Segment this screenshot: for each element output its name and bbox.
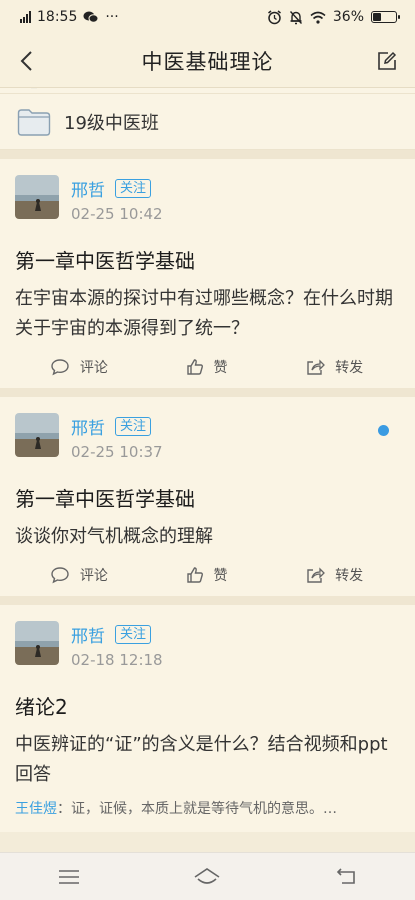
share-button[interactable]: 转发: [270, 565, 398, 585]
thumbs-up-icon: [186, 567, 203, 583]
like-button[interactable]: 赞: [143, 565, 271, 585]
system-nav-bar: [0, 852, 415, 900]
content-scroll[interactable]: 19级中医班 邢哲 关注 02-25 10:42 第一章中医哲学基础 在宇宙本源…: [0, 88, 415, 852]
post-card[interactable]: 邢哲 关注 02-25 10:37 第一章中医哲学基础 谈谈你对气机概念的理解 …: [0, 397, 415, 596]
post-body: 在宇宙本源的探讨中有过哪些概念？在什么时期关于宇宙的本源得到了统一？: [15, 288, 393, 339]
more-notifications: ···: [105, 9, 119, 25]
divider: [0, 150, 415, 159]
menu-icon: [59, 869, 80, 884]
author-name[interactable]: 邢哲: [71, 622, 105, 647]
share-icon: [307, 567, 326, 583]
avatar[interactable]: [15, 175, 59, 219]
post-time: 02-25 10:37: [71, 443, 163, 461]
reply-preview[interactable]: 王佳煜：证，证候，本质上就是等待气机的意思。…: [15, 798, 398, 832]
battery-percent: 36%: [332, 9, 364, 25]
menu-button[interactable]: [49, 862, 89, 892]
back-arrow-icon: [336, 867, 355, 884]
post-title: 绪论2: [15, 695, 68, 719]
follow-button[interactable]: 关注: [115, 179, 152, 198]
folder-icon: [30, 88, 38, 89]
edit-icon: [378, 51, 397, 70]
share-label: 转发: [335, 360, 364, 376]
reply-text: 证，证候，本质上就是等待气机的意思。…: [71, 801, 337, 817]
reply-separator: ：: [57, 801, 71, 817]
mute-icon: [289, 10, 302, 24]
post-title: 第一章中医哲学基础: [15, 249, 195, 273]
clock: 18:55: [37, 9, 78, 25]
follow-button[interactable]: 关注: [115, 417, 152, 436]
follow-button[interactable]: 关注: [115, 625, 152, 644]
divider: [0, 596, 415, 605]
comment-button[interactable]: 评论: [15, 357, 143, 377]
wifi-icon: [310, 11, 326, 24]
comment-button[interactable]: 评论: [15, 565, 143, 585]
reply-author[interactable]: 王佳煜: [15, 801, 57, 817]
like-label: 赞: [213, 360, 228, 376]
author-name[interactable]: 邢哲: [71, 176, 105, 201]
cellular-signal-icon: [20, 11, 31, 23]
post-body: 中医辨证的“证”的含义是什么？结合视频和ppt回答: [15, 734, 388, 785]
share-label: 转发: [335, 568, 364, 584]
post-card[interactable]: 邢哲 关注 02-18 12:18 绪论2 中医辨证的“证”的含义是什么？结合视…: [0, 605, 415, 832]
wechat-icon: [83, 11, 99, 23]
comment-label: 评论: [79, 360, 108, 376]
comment-label: 评论: [79, 568, 108, 584]
folder-list: 19级中医班: [0, 88, 415, 150]
back-button[interactable]: [12, 47, 40, 75]
folder-icon: [17, 108, 51, 136]
home-icon: [195, 867, 220, 884]
post-time: 02-18 12:18: [71, 651, 163, 669]
author-name[interactable]: 邢哲: [71, 414, 105, 439]
avatar[interactable]: [15, 621, 59, 665]
comment-icon: [51, 359, 69, 376]
divider: [0, 388, 415, 397]
post-time: 02-25 10:42: [71, 205, 163, 223]
comment-icon: [51, 567, 69, 584]
system-back-button[interactable]: [326, 862, 366, 892]
thumbs-up-icon: [186, 359, 203, 375]
post-title: 第一章中医哲学基础: [15, 487, 195, 511]
like-button[interactable]: 赞: [143, 357, 271, 377]
folder-name: 19级中医班: [64, 112, 159, 134]
folder-item[interactable]: 19级中医班: [0, 94, 415, 150]
home-button[interactable]: [187, 862, 227, 892]
share-button[interactable]: 转发: [270, 357, 398, 377]
status-bar: 18:55 ··· 36%: [0, 0, 415, 34]
post-body: 谈谈你对气机概念的理解: [15, 526, 213, 547]
nav-bar: 中医基础理论: [0, 34, 415, 88]
post-card[interactable]: 邢哲 关注 02-25 10:42 第一章中医哲学基础 在宇宙本源的探讨中有过哪…: [0, 159, 415, 388]
page-title: 中医基础理论: [141, 49, 274, 74]
post-actions: 评论 赞 转发: [15, 346, 398, 388]
avatar[interactable]: [15, 413, 59, 457]
post-actions: 评论 赞 转发: [15, 554, 398, 596]
chevron-left-icon: [20, 51, 32, 71]
compose-button[interactable]: [373, 47, 401, 75]
unread-dot: [378, 425, 389, 436]
battery-icon: [371, 11, 400, 23]
alarm-icon: [267, 9, 281, 24]
like-label: 赞: [213, 568, 228, 584]
share-icon: [307, 359, 326, 375]
